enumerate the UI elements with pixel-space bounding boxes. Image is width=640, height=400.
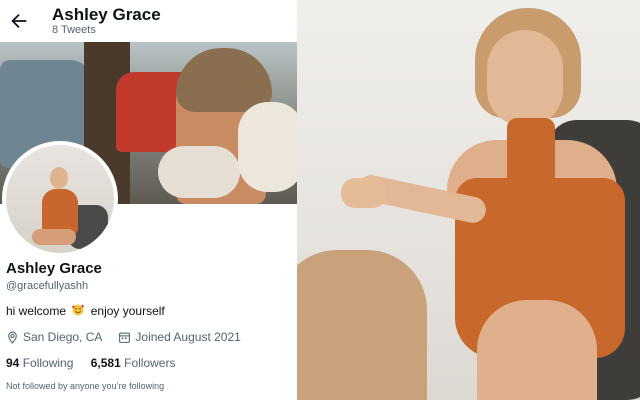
bio-text-end: enjoy yourself xyxy=(90,304,165,318)
following-link[interactable]: 94 Following xyxy=(6,356,73,370)
header-tweet-count: 8 Tweets xyxy=(52,24,96,36)
profile-bio: hi welcome enjoy yourself xyxy=(6,304,165,318)
location-pin-icon xyxy=(8,331,17,344)
profile-meta: San Diego, CA Joined August 2021 xyxy=(6,330,241,344)
profile-handle: @gracefullyashh xyxy=(6,280,89,292)
not-followed-notice: Not followed by anyone you’re following xyxy=(6,381,165,391)
bio-text-start: hi welcome xyxy=(6,304,67,318)
profile-panel: Ashley Grace 8 Tweets Ashley Grace @grac… xyxy=(0,0,297,400)
smiling-face-with-hearts-icon xyxy=(72,304,85,316)
profile-joined-date: Joined August 2021 xyxy=(135,330,241,344)
profile-location: San Diego, CA xyxy=(23,330,103,344)
followers-label: Followers xyxy=(124,356,176,370)
followers-count: 6,581 xyxy=(90,356,121,370)
calendar-icon xyxy=(119,332,131,343)
arrow-left-icon[interactable] xyxy=(8,10,30,32)
avatar[interactable] xyxy=(2,141,118,257)
followers-link[interactable]: 6,581 Followers xyxy=(91,356,176,370)
profile-photo-large xyxy=(297,0,640,400)
profile-display-name: Ashley Grace xyxy=(6,260,102,277)
follow-stats: 94 Following 6,581 Followers xyxy=(6,356,189,370)
following-label: Following xyxy=(22,356,74,370)
following-count: 94 xyxy=(6,356,20,370)
profile-header: Ashley Grace 8 Tweets xyxy=(0,0,297,42)
header-display-name: Ashley Grace xyxy=(52,5,161,24)
